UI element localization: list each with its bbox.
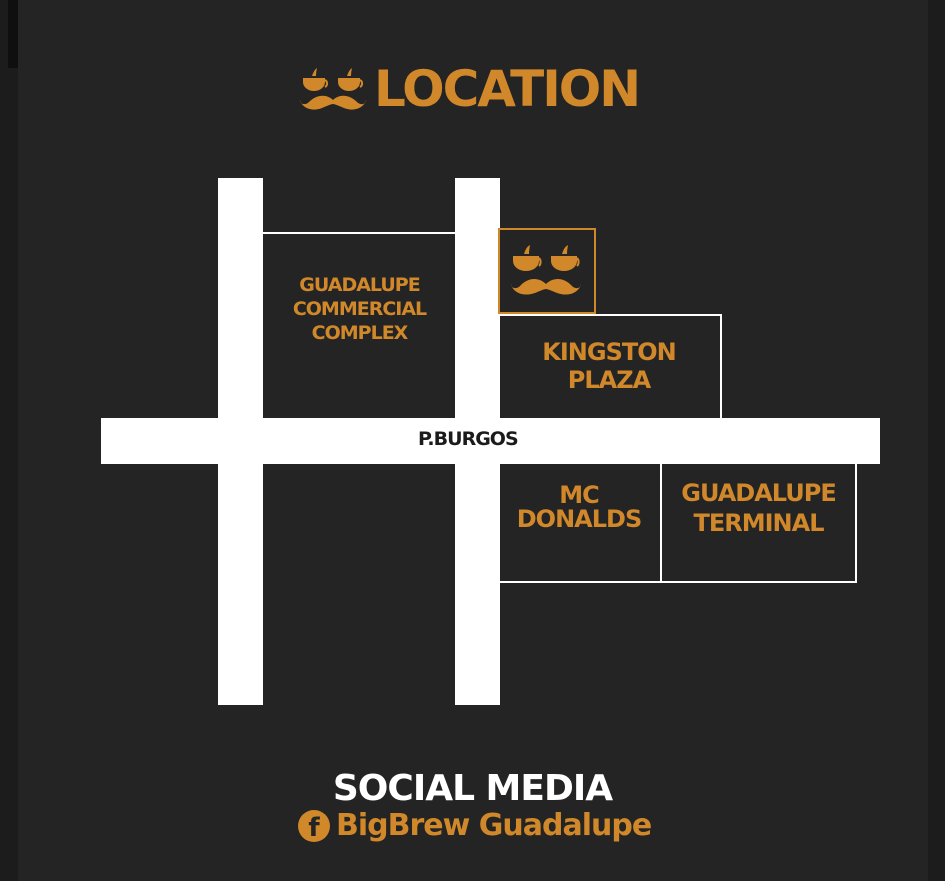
landmark-guadalupe-terminal: GUADALUPE TERMINAL <box>660 462 857 583</box>
landmark-kingston-plaza: KINGSTON PLAZA <box>498 314 722 420</box>
landmark-label: GUADALUPE TERMINAL <box>681 478 836 537</box>
landmark-label: KINGSTON PLAZA <box>542 338 676 394</box>
page-title: LOCATION <box>374 60 641 118</box>
facebook-handle[interactable]: BigBrew Guadalupe <box>336 808 652 843</box>
landmark-label: GUADALUPE COMMERCIAL COMPLEX <box>292 274 427 344</box>
edge-strip <box>8 0 18 68</box>
coffee-mustache-logo-icon <box>511 245 581 295</box>
landmark-guadalupe-commercial-complex: GUADALUPE COMMERCIAL COMPLEX <box>262 232 457 420</box>
social-media-link[interactable]: f BigBrew Guadalupe <box>298 808 652 843</box>
coffee-mustache-logo-icon <box>300 68 366 110</box>
street-label-p-burgos: P.BURGOS <box>418 428 519 450</box>
location-title: LOCATION <box>300 58 641 120</box>
bigbrew-shop-marker <box>498 228 596 314</box>
social-media-heading: SOCIAL MEDIA <box>332 768 613 809</box>
landmark-label: MC DONALDS <box>516 480 642 533</box>
facebook-icon: f <box>298 809 330 842</box>
landmark-mc-donalds: MC DONALDS <box>498 462 662 583</box>
